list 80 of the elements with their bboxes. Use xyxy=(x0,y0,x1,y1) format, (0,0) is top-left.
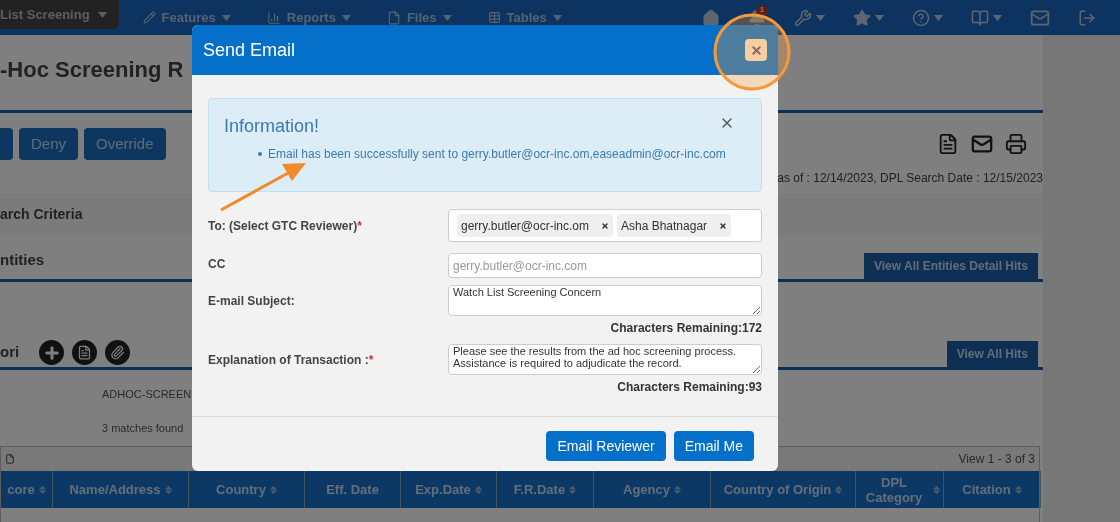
screen-name: ADHOC-SCREEN xyxy=(102,387,192,402)
table-icon xyxy=(487,11,501,24)
sort-icon xyxy=(1014,485,1022,494)
caret-icon xyxy=(552,14,562,21)
sort-icon xyxy=(569,485,577,494)
action-button[interactable]: Deny xyxy=(19,128,79,160)
paperclip-icon[interactable] xyxy=(105,340,131,365)
recipient-tag: Asha Bhatnagar xyxy=(617,214,732,237)
sort-icon xyxy=(474,485,482,494)
star-icon[interactable] xyxy=(853,8,871,27)
file-icon[interactable] xyxy=(5,454,15,464)
field-label: Explanation of Transaction :* xyxy=(208,351,375,369)
caret-icon xyxy=(442,14,452,21)
view-count: View 1 - 3 of 3 xyxy=(958,451,1035,468)
column-label: Exp.Date xyxy=(415,482,471,497)
remove-icon[interactable] xyxy=(601,221,609,230)
nav-menu[interactable]: List Screening xyxy=(0,0,119,29)
close-button[interactable] xyxy=(745,39,767,61)
sort-icon xyxy=(164,485,172,494)
print-icon[interactable] xyxy=(1005,133,1027,155)
sort-icon xyxy=(933,485,940,494)
nav-menu[interactable]: Files xyxy=(378,7,460,28)
match-count: 3 matches found xyxy=(102,420,184,436)
character-counter: Characters Remaining:93 xyxy=(617,379,762,396)
mail-icon[interactable] xyxy=(971,133,993,155)
dialog-title: Send Email xyxy=(203,38,296,62)
caret-icon xyxy=(875,14,884,21)
bar-chart-icon xyxy=(266,10,281,25)
column-label: Eff. Date xyxy=(326,482,379,497)
section-tab[interactable]: View All Hits xyxy=(946,341,1038,367)
cc-field[interactable]: gerry.butler@ocr-inc.com xyxy=(448,253,762,278)
column-label: Name/Address xyxy=(69,482,161,497)
caret-icon xyxy=(934,14,943,21)
recipient-tag: gerry.butler@ocr-inc.om xyxy=(457,214,613,237)
panel-title: arch Criteria xyxy=(0,204,83,224)
column-label: Agency xyxy=(623,482,670,497)
caret-icon xyxy=(341,14,351,21)
field-label: CC xyxy=(208,255,227,273)
email-button[interactable]: Email Reviewer xyxy=(546,431,666,461)
section-heading: ori xyxy=(0,342,20,363)
sort-icon xyxy=(674,485,681,494)
section-heading: ntities xyxy=(0,249,45,270)
home-icon[interactable] xyxy=(702,8,720,27)
column-label: Country of Origin xyxy=(723,482,832,497)
nav-menu[interactable]: Features xyxy=(134,7,239,28)
caret-icon xyxy=(221,14,231,21)
caret-icon xyxy=(993,14,1002,21)
add-icon[interactable] xyxy=(39,340,65,365)
sort-icon xyxy=(835,485,843,494)
bullet-icon xyxy=(258,152,262,156)
column-label: Citation xyxy=(962,482,1011,497)
column-label: core xyxy=(7,482,35,497)
character-counter: Characters Remaining:172 xyxy=(610,320,762,337)
document-icon[interactable] xyxy=(72,340,98,365)
column-label: Country xyxy=(216,482,266,497)
file-icon xyxy=(386,10,401,25)
action-button[interactable]: Override xyxy=(84,128,166,160)
field-label: To: (Select GTC Reviewer)* xyxy=(208,217,363,235)
email-button[interactable]: Email Me xyxy=(673,431,754,461)
alert-title: Information! xyxy=(224,115,320,138)
page-title: -Hoc Screening R xyxy=(0,56,184,84)
nav-menu[interactable]: Reports xyxy=(258,7,359,28)
nav-menu[interactable]: Tables xyxy=(479,7,570,28)
text-area[interactable]: Watch List Screening Concern xyxy=(448,285,762,316)
alert-message: Email has been successfully sent to gerry.butler@ocr-inc.om,easeadmin@ocr-inc.com xyxy=(268,146,726,163)
search-dates: as of : 12/14/2023, DPL Search Date : 12/15/2023 xyxy=(777,170,1043,187)
caret-icon xyxy=(97,11,107,18)
text-area[interactable]: Please see the results from the ad hoc screening process. Assistance is required to adjudicate the record. xyxy=(448,344,762,375)
recipient-field[interactable]: gerry.butler@ocr-inc.om Asha Bhatnagar xyxy=(448,209,762,242)
column-label: DPL Category xyxy=(864,474,924,505)
pencil-icon xyxy=(142,11,156,24)
column-label: F.R.Date xyxy=(513,482,566,497)
close-icon xyxy=(749,43,763,57)
caret-icon xyxy=(816,14,825,21)
sort-icon xyxy=(269,485,277,494)
sort-icon xyxy=(38,485,46,494)
section-tab[interactable]: View All Entities Detail Hits xyxy=(863,253,1038,279)
field-label: E-mail Subject: xyxy=(208,292,296,310)
pdf-icon[interactable] xyxy=(937,133,959,155)
remove-icon[interactable] xyxy=(719,221,728,230)
